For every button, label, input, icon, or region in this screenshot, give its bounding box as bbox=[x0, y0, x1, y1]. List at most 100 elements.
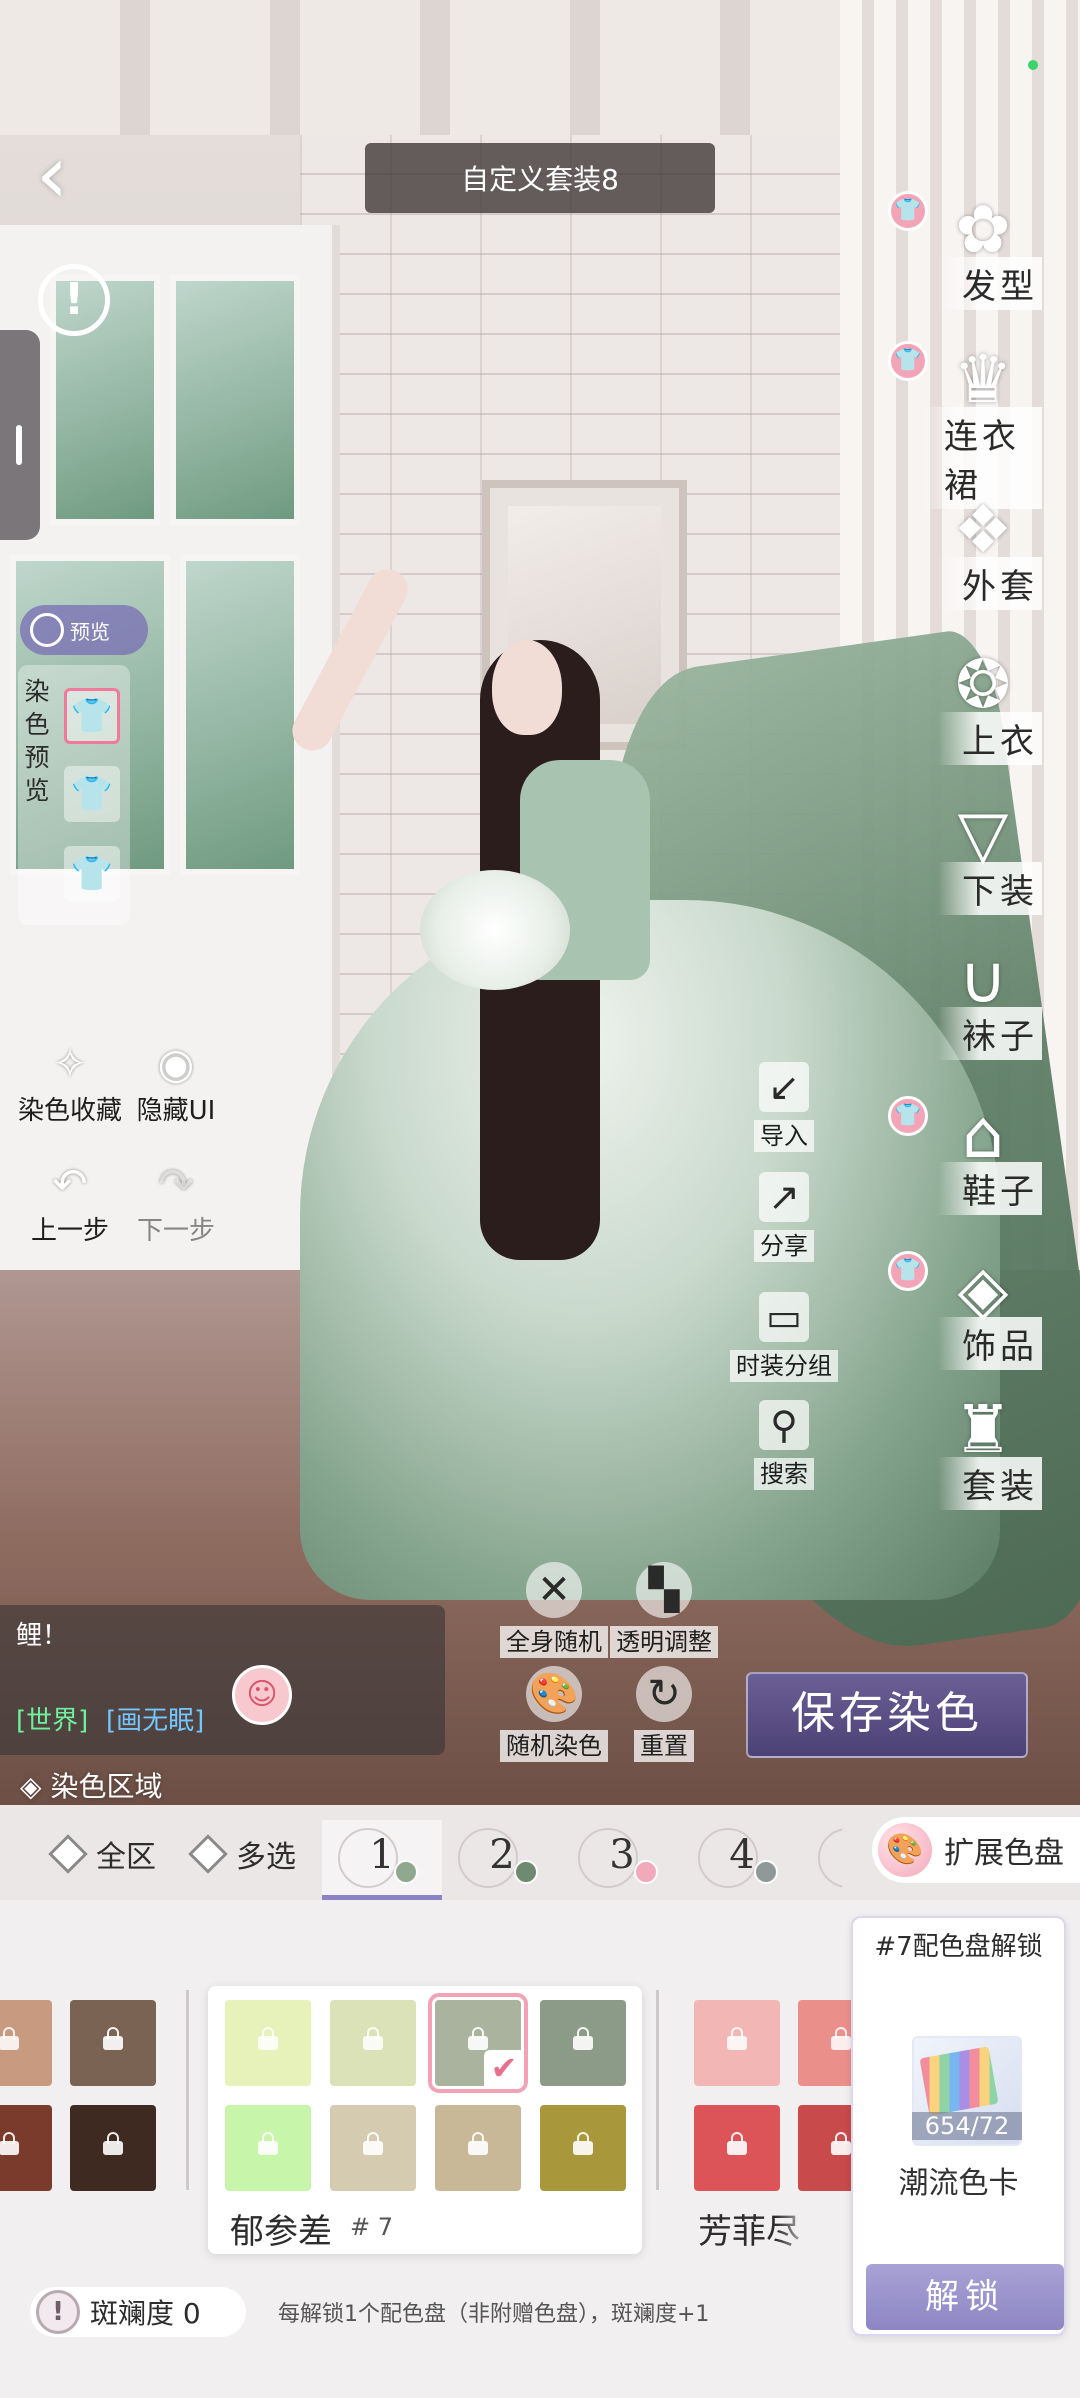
category-outfit[interactable]: ♜ 套装 bbox=[920, 1385, 1070, 1535]
reset-button[interactable]: ↻ 重置 bbox=[594, 1666, 734, 1762]
preview-toggle[interactable]: 预览 bbox=[20, 605, 148, 655]
select-all-label: 全区 bbox=[96, 1840, 156, 1875]
category-shoe[interactable]: ⌂ 👕 鞋子 bbox=[888, 1090, 1070, 1240]
chat-avatar-icon[interactable]: ☺ bbox=[232, 1665, 292, 1725]
region-tab-partial[interactable] bbox=[802, 1820, 842, 1900]
category-coat[interactable]: ❖ 外套 bbox=[920, 485, 1070, 635]
lock-icon bbox=[103, 2027, 123, 2050]
lock-icon bbox=[258, 2027, 278, 2050]
color-card-count: 654/72 bbox=[912, 2112, 1022, 2140]
region-tab-ring bbox=[818, 1828, 842, 1888]
category-label: 外套 bbox=[938, 557, 1042, 610]
undo-label: 上一步 bbox=[30, 1216, 109, 1246]
lock-icon bbox=[831, 2027, 851, 2050]
transparency-label: 透明调整 bbox=[610, 1626, 718, 1658]
dye-preview-label: 染色预览 bbox=[24, 677, 50, 805]
region-tab-3[interactable]: 3 bbox=[562, 1820, 682, 1900]
back-button[interactable]: ‹ bbox=[36, 130, 106, 220]
reset-label: 重置 bbox=[634, 1730, 694, 1762]
chat-message: 鲤！ bbox=[16, 1621, 69, 1651]
share-label: 分享 bbox=[754, 1230, 814, 1262]
color-swatch[interactable] bbox=[330, 2000, 416, 2086]
chat-channel[interactable]: [世界] bbox=[16, 1700, 88, 1737]
dyed-shirt-badge-icon: 👕 bbox=[888, 1251, 928, 1291]
region-tab-4[interactable]: 4 bbox=[682, 1820, 802, 1900]
expand-palette-button[interactable]: 🎨 扩展色盘 bbox=[872, 1817, 1080, 1883]
region-tab-ring bbox=[578, 1828, 638, 1888]
vibrancy-pill[interactable]: ! 斑斓度 0 bbox=[30, 2287, 246, 2337]
color-swatch[interactable] bbox=[225, 2105, 311, 2191]
reset-icon: ↻ bbox=[636, 1666, 692, 1722]
color-swatch[interactable] bbox=[540, 2000, 626, 2086]
category-hair[interactable]: ✿ 👕 发型 bbox=[888, 185, 1070, 335]
transparency-grid-icon: ▚ bbox=[636, 1562, 692, 1618]
category-dress[interactable]: ♛ 👕 连衣裙 bbox=[888, 335, 1070, 509]
redo-button[interactable]: ↷ 下一步 bbox=[106, 1158, 246, 1247]
color-group-number: # 7 bbox=[350, 2213, 394, 2241]
dye-zone-text: 染色区域 bbox=[50, 1770, 163, 1803]
color-swatch[interactable] bbox=[330, 2105, 416, 2191]
lock-icon bbox=[727, 2027, 747, 2050]
region-tab-ring bbox=[698, 1828, 758, 1888]
diamond-bullet-icon: ◈ bbox=[20, 1770, 51, 1803]
color-swatch[interactable] bbox=[435, 2105, 521, 2191]
transparency-button[interactable]: ▚ 透明调整 bbox=[594, 1562, 734, 1658]
lock-icon bbox=[363, 2132, 383, 2155]
random-figure-icon: ✕ bbox=[526, 1562, 582, 1618]
checkbox-diamond-icon bbox=[188, 1834, 228, 1874]
lock-icon bbox=[831, 2132, 851, 2155]
eye-icon: ◉ bbox=[157, 1039, 195, 1088]
preview-slot-3-shirt-icon[interactable]: 👕 bbox=[64, 846, 120, 902]
color-swatch[interactable] bbox=[694, 2000, 780, 2086]
lock-icon bbox=[363, 2027, 383, 2050]
region-tab-1[interactable]: 1 bbox=[322, 1820, 442, 1900]
lock-icon bbox=[0, 2132, 19, 2155]
category-label: 鞋子 bbox=[938, 1162, 1042, 1215]
save-dye-button[interactable]: 保存染色 bbox=[746, 1672, 1028, 1758]
color-swatch[interactable] bbox=[0, 2105, 52, 2191]
info-alert-icon: ! bbox=[36, 2290, 80, 2334]
search-button[interactable]: ⚲ 搜索 bbox=[724, 1400, 844, 1490]
category-label: 套装 bbox=[938, 1457, 1042, 1510]
region-tab-2[interactable]: 2 bbox=[442, 1820, 562, 1900]
import-label: 导入 bbox=[754, 1120, 814, 1152]
category-label: 下装 bbox=[938, 862, 1042, 915]
import-button[interactable]: ↙ 导入 bbox=[724, 1062, 844, 1152]
preview-slot-1-shirt-icon[interactable]: 👕 bbox=[64, 688, 120, 744]
select-all-option[interactable]: 全区 bbox=[48, 1832, 156, 1876]
color-swatch[interactable] bbox=[540, 2105, 626, 2191]
lock-icon bbox=[727, 2132, 747, 2155]
search-icon: ⚲ bbox=[759, 1400, 809, 1450]
region-tab-ring bbox=[338, 1828, 398, 1888]
color-swatch[interactable] bbox=[0, 2000, 52, 2086]
lock-icon bbox=[0, 2027, 19, 2050]
category-accessory[interactable]: ◈ 👕 饰品 bbox=[888, 1245, 1070, 1395]
color-swatch[interactable] bbox=[694, 2105, 780, 2191]
import-icon: ↙ bbox=[759, 1062, 809, 1112]
category-label: 饰品 bbox=[938, 1317, 1042, 1370]
category-socks[interactable]: ∪ 袜子 bbox=[920, 935, 1070, 1085]
color-swatch[interactable] bbox=[225, 2000, 311, 2086]
hide-ui-button[interactable]: ◉ 隐藏UI bbox=[106, 1038, 246, 1127]
unlock-button[interactable]: 解锁 bbox=[866, 2264, 1064, 2330]
preview-slot-2-shirt-icon[interactable]: 👕 bbox=[64, 766, 120, 822]
chat-username[interactable]: [画无眠] bbox=[106, 1700, 204, 1737]
share-button[interactable]: ↗ 分享 bbox=[724, 1172, 844, 1262]
category-label: 袜子 bbox=[938, 1007, 1042, 1060]
color-swatch[interactable] bbox=[70, 2105, 156, 2191]
preview-eye-icon bbox=[30, 613, 64, 647]
selected-check-icon: ✔ bbox=[484, 2050, 524, 2086]
multi-select-option[interactable]: 多选 bbox=[188, 1832, 296, 1876]
hide-ui-label: 隐藏UI bbox=[136, 1096, 216, 1126]
info-alert-icon[interactable]: ! bbox=[38, 264, 110, 336]
outfit-group-button[interactable]: ▭ 时装分组 bbox=[724, 1292, 844, 1382]
side-drawer-handle[interactable] bbox=[0, 330, 40, 540]
checkbox-diamond-icon bbox=[48, 1834, 88, 1874]
vibrancy-note: 每解锁1个配色盘（非附赠色盘），斑斓度+1 bbox=[278, 2302, 710, 2327]
preview-toggle-label: 预览 bbox=[70, 619, 110, 644]
region-color-dot bbox=[754, 1860, 778, 1884]
color-swatch[interactable] bbox=[70, 2000, 156, 2086]
category-top[interactable]: ❂ 上衣 bbox=[920, 640, 1070, 790]
outfit-group-label: 时装分组 bbox=[730, 1350, 838, 1382]
category-skirt[interactable]: ▽ 下装 bbox=[920, 790, 1070, 940]
